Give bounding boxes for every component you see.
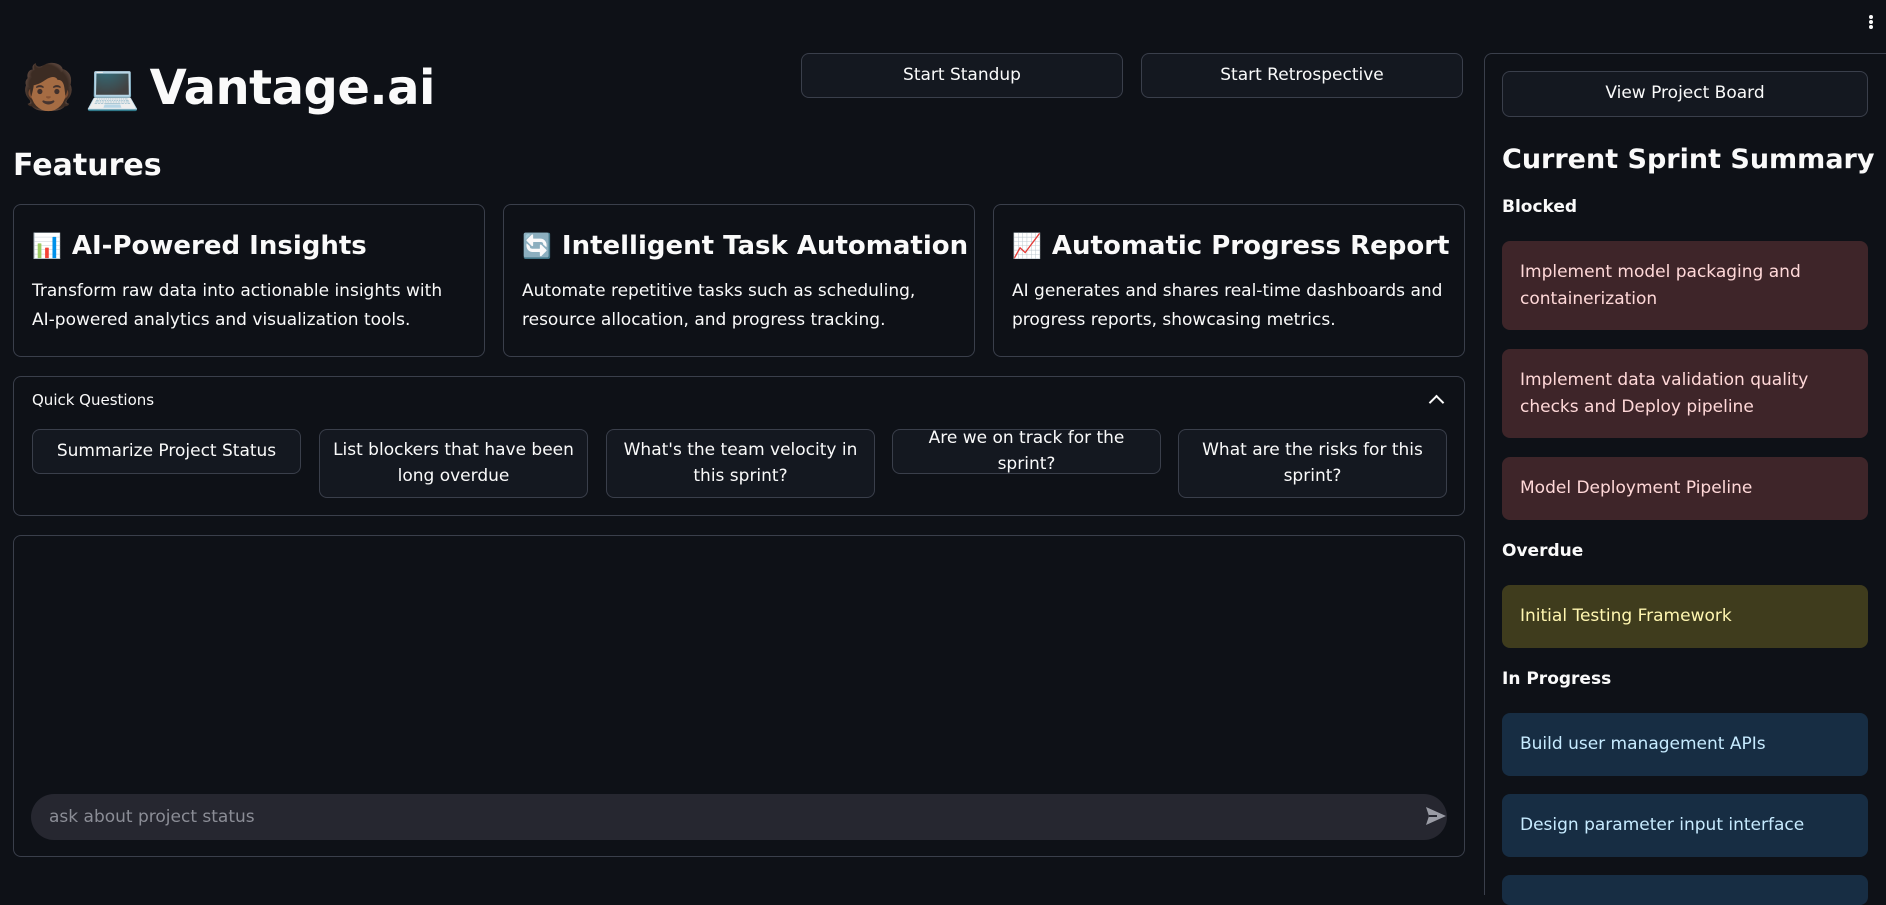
feature-title-text: AI-Powered Insights bbox=[71, 231, 367, 261]
menu-dot bbox=[1869, 25, 1873, 29]
header-row: 🧑🏾 💻 Vantage.ai Start Standup Start Retr… bbox=[13, 52, 1465, 122]
feature-title-text: Automatic Progress Report bbox=[1051, 231, 1450, 261]
quick-question-velocity-button[interactable]: What's the team velocity in this sprint? bbox=[606, 429, 875, 498]
laptop-emoji-icon: 💻 bbox=[85, 62, 140, 113]
feature-title-text: Intelligent Task Automation bbox=[561, 231, 969, 261]
menu-dot bbox=[1869, 15, 1873, 19]
trending-up-icon: 📈 bbox=[1012, 232, 1042, 260]
overdue-section-label: Overdue bbox=[1502, 541, 1584, 561]
feature-description: AI generates and shares real-time dashbo… bbox=[1012, 281, 1443, 330]
refresh-arrows-icon: 🔄 bbox=[522, 232, 552, 260]
sprint-summary-title: Current Sprint Summary bbox=[1502, 144, 1875, 175]
blocked-task-item[interactable]: Implement data validation quality checks… bbox=[1502, 349, 1868, 438]
in-progress-section-label: In Progress bbox=[1502, 669, 1612, 689]
blocked-section-label: Blocked bbox=[1502, 197, 1578, 217]
blocked-task-item[interactable]: Implement model packaging and containeri… bbox=[1502, 241, 1868, 330]
features-heading: Features bbox=[13, 148, 162, 183]
quick-questions-label[interactable]: Quick Questions bbox=[32, 391, 154, 409]
quick-question-on-track-button[interactable]: Are we on track for the sprint? bbox=[892, 428, 1161, 474]
person-emoji-icon: 🧑🏾 bbox=[21, 62, 76, 113]
feature-description: Transform raw data into actionable insig… bbox=[32, 281, 443, 330]
overdue-task-item[interactable]: Initial Testing Framework bbox=[1502, 585, 1868, 648]
chat-panel bbox=[13, 535, 1465, 857]
quick-questions-expander: Quick Questions Summarize Project Status… bbox=[13, 376, 1465, 516]
feature-card-insights: 📊 AI-Powered Insights Transform raw data… bbox=[13, 204, 485, 357]
menu-dot bbox=[1869, 20, 1873, 24]
chevron-up-icon[interactable] bbox=[1428, 394, 1445, 411]
quick-question-blockers-button[interactable]: List blockers that have been long overdu… bbox=[319, 429, 588, 498]
app-title: 🧑🏾 💻 Vantage.ai bbox=[21, 60, 436, 116]
quick-question-summarize-button[interactable]: Summarize Project Status bbox=[32, 429, 301, 474]
feature-card-progress-report: 📈 Automatic Progress Report AI generates… bbox=[993, 204, 1465, 357]
start-standup-button[interactable]: Start Standup bbox=[801, 53, 1123, 98]
feature-card-title: 📊 AI-Powered Insights bbox=[32, 231, 466, 261]
blocked-task-item[interactable]: Model Deployment Pipeline bbox=[1502, 457, 1868, 520]
app-title-text: Vantage.ai bbox=[149, 60, 436, 116]
quick-question-risks-button[interactable]: What are the risks for this sprint? bbox=[1178, 429, 1447, 498]
feature-card-title: 📈 Automatic Progress Report bbox=[1012, 231, 1449, 261]
bar-chart-icon: 📊 bbox=[32, 232, 62, 260]
in-progress-task-item[interactable]: Design parameter input interface bbox=[1502, 794, 1868, 857]
main-menu-button[interactable] bbox=[1864, 12, 1878, 32]
sprint-sidebar: View Project Board Current Sprint Summar… bbox=[1484, 53, 1886, 905]
chat-input[interactable] bbox=[31, 794, 1447, 840]
feature-description: Automate repetitive tasks such as schedu… bbox=[522, 281, 916, 330]
send-icon[interactable] bbox=[1424, 805, 1448, 827]
feature-card-title: 🔄 Intelligent Task Automation bbox=[522, 231, 968, 261]
in-progress-task-item[interactable]: Build user management APIs bbox=[1502, 713, 1868, 776]
in-progress-task-item-partial[interactable] bbox=[1502, 875, 1868, 905]
feature-card-automation: 🔄 Intelligent Task Automation Automate r… bbox=[503, 204, 975, 357]
view-project-board-button[interactable]: View Project Board bbox=[1502, 71, 1868, 117]
start-retrospective-button[interactable]: Start Retrospective bbox=[1141, 53, 1463, 98]
